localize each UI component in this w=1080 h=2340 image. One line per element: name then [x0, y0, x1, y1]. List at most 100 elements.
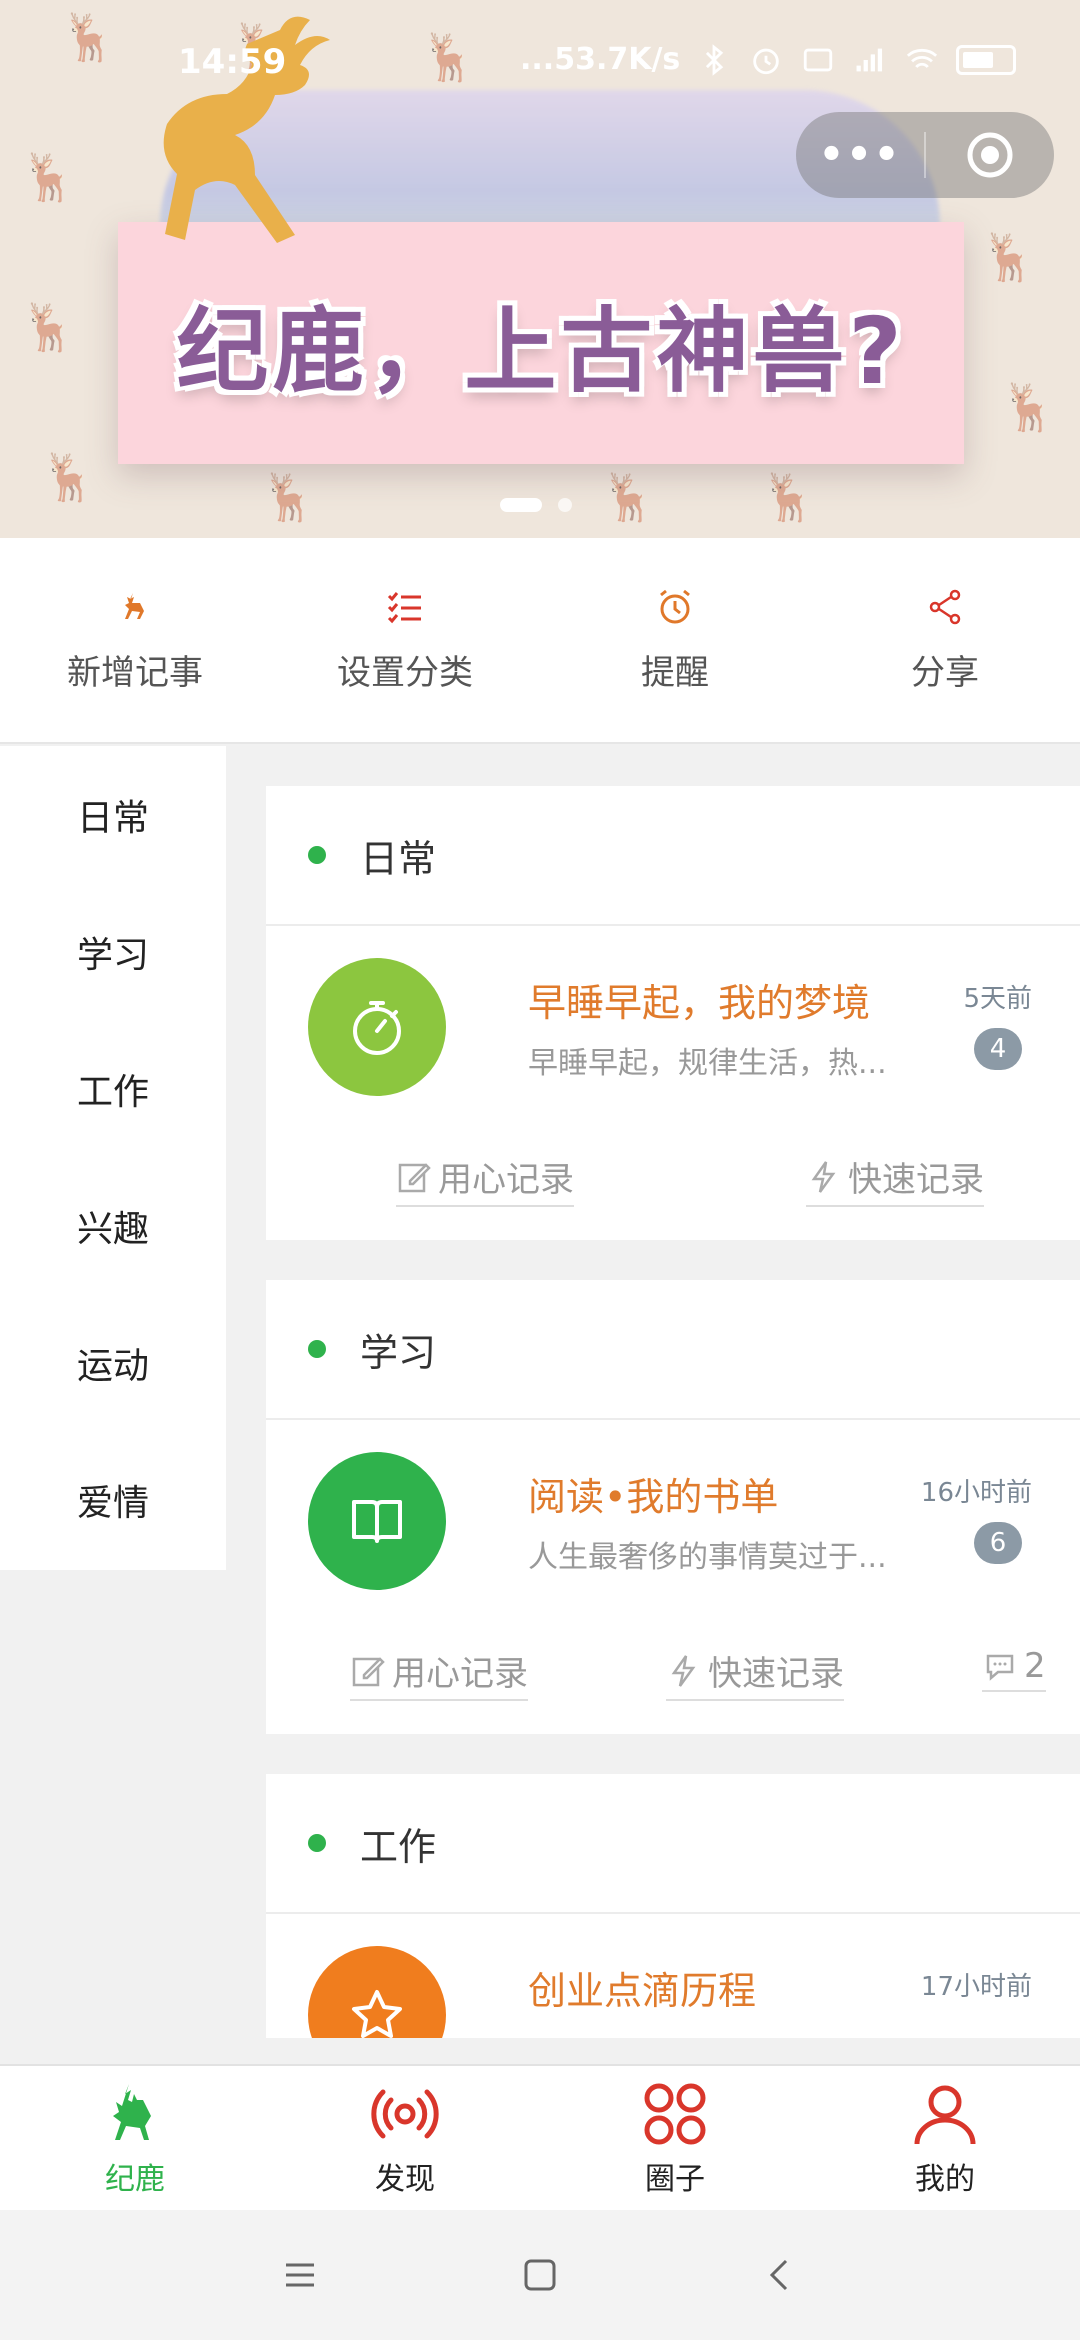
category-dot	[308, 846, 326, 864]
share-button[interactable]: 分享	[810, 538, 1080, 742]
category-dot	[308, 1340, 326, 1358]
alarm-status-icon	[753, 48, 780, 74]
close-target-icon[interactable]	[926, 130, 1054, 180]
lightning-icon	[671, 1654, 696, 1687]
carousel-indicator	[500, 498, 572, 512]
quick-record-button[interactable]: 快速记录	[806, 1152, 984, 1207]
quick-record-label: 快速记录	[848, 1160, 984, 1200]
careful-record-button[interactable]: 用心记录	[350, 1646, 528, 1701]
category-card-work: 工作 创业点滴历程 17小时前	[266, 1774, 1080, 2038]
broadcast-icon	[371, 2089, 439, 2139]
comments-count: 2	[1024, 1646, 1046, 1686]
tab-label: 纪鹿	[105, 2162, 165, 2197]
more-menu-icon[interactable]: •••	[796, 132, 924, 178]
alarm-icon	[660, 589, 690, 623]
action-label: 设置分类	[337, 652, 473, 693]
grid-icon	[644, 2083, 706, 2145]
quick-actions: 新增记事 设置分类 提醒 分享	[0, 538, 1080, 744]
deer-pattern-icon: 🦌	[20, 300, 78, 354]
category-dot	[308, 1834, 326, 1852]
banner-carousel[interactable]: 🦌 🦌 🦌 🦌 🦌 🦌 🦌 🦌 🦌 🦌 🦌 纪鹿，上古神兽? 14:59 ...…	[0, 0, 1080, 538]
book-icon	[308, 1452, 446, 1590]
note-title[interactable]: 创业点滴历程	[528, 1960, 756, 2015]
deer-icon	[113, 2084, 151, 2140]
wifi-icon	[907, 48, 938, 68]
note-item[interactable]: 创业点滴历程 17小时前	[266, 1914, 1080, 2038]
note-title[interactable]: 早睡早起，我的梦境	[528, 972, 870, 1027]
deer-pattern-icon: 🦌	[760, 470, 818, 524]
category-card-daily: 日常 早睡早起，我的梦境 早睡早起，规律生活，热... 5天前 4 用心记录 快…	[266, 786, 1080, 1240]
quick-record-button[interactable]: 快速记录	[666, 1646, 844, 1701]
action-label: 分享	[911, 652, 979, 693]
note-title[interactable]: 阅读•我的书单	[528, 1466, 778, 1521]
carousel-dot-active[interactable]	[500, 498, 542, 512]
note-item[interactable]: 早睡早起，我的梦境 早睡早起，规律生活，热... 5天前 4	[266, 926, 1080, 1134]
stopwatch-icon	[308, 958, 446, 1096]
note-time: 5天前	[963, 984, 1032, 1014]
mini-program-capsule: •••	[796, 112, 1054, 198]
set-category-button[interactable]: 设置分类	[270, 538, 540, 742]
tab-jilu[interactable]: 纪鹿	[0, 2066, 270, 2210]
card-header: 学习	[266, 1280, 1080, 1420]
tab-mine[interactable]: 我的	[810, 2066, 1080, 2210]
deer-pattern-icon: 🦌	[20, 150, 78, 204]
careful-record-button[interactable]: 用心记录	[396, 1152, 574, 1207]
signal-icon	[856, 48, 883, 71]
menu-icon[interactable]	[280, 2255, 320, 2295]
notes-list: 日常 早睡早起，我的梦境 早睡早起，规律生活，热... 5天前 4 用心记录 快…	[266, 746, 1080, 2038]
bottom-tab-bar: 纪鹿 发现 圈子 我的	[0, 2064, 1080, 2210]
comments-button[interactable]: 2	[982, 1646, 1046, 1692]
sidebar-item-sport[interactable]: 运动	[0, 1294, 226, 1431]
category-sidebar: 日常 学习 工作 兴趣 运动 爱情	[0, 746, 226, 1570]
tab-label: 我的	[915, 2162, 975, 2197]
tab-discover[interactable]: 发现	[270, 2066, 540, 2210]
category-title: 学习	[360, 1330, 437, 1375]
status-time: 14:59	[178, 42, 287, 82]
category-title: 日常	[360, 836, 437, 881]
star-icon	[308, 1946, 446, 2038]
careful-record-label: 用心记录	[438, 1160, 574, 1200]
tab-label: 圈子	[645, 2162, 705, 2197]
sidebar-item-study[interactable]: 学习	[0, 883, 226, 1020]
add-note-button[interactable]: 新增记事	[0, 538, 270, 742]
home-icon[interactable]	[520, 2255, 560, 2295]
app-screen: 🦌 🦌 🦌 🦌 🦌 🦌 🦌 🦌 🦌 🦌 🦌 纪鹿，上古神兽? 14:59 ...…	[0, 0, 1080, 2340]
deer-pattern-icon: 🦌	[40, 450, 98, 504]
status-bar: 14:59 ...53.7K/s	[0, 0, 1080, 120]
card-header: 日常	[266, 786, 1080, 926]
deer-icon	[125, 592, 144, 619]
network-speed: ...53.7K/s	[520, 42, 681, 77]
note-count-badge: 4	[974, 1028, 1022, 1070]
deer-pattern-icon: 🦌	[260, 470, 318, 524]
careful-record-label: 用心记录	[392, 1654, 528, 1694]
tab-circle[interactable]: 圈子	[540, 2066, 810, 2210]
card-footer: 用心记录 快速记录 2	[266, 1628, 1080, 1734]
note-time: 16小时前	[920, 1478, 1032, 1508]
card-header: 工作	[266, 1774, 1080, 1914]
category-title: 工作	[360, 1824, 437, 1869]
note-description: 早睡早起，规律生活，热...	[528, 1046, 887, 1081]
reminder-button[interactable]: 提醒	[540, 538, 810, 742]
deer-pattern-icon: 🦌	[980, 230, 1038, 284]
quick-record-label: 快速记录	[708, 1654, 844, 1694]
system-navigation-bar	[0, 2210, 1080, 2340]
sidebar-item-work[interactable]: 工作	[0, 1020, 226, 1157]
action-label: 新增记事	[67, 652, 203, 693]
card-footer: 用心记录 快速记录	[266, 1134, 1080, 1240]
carousel-dot[interactable]	[558, 498, 572, 512]
note-count-badge: 6	[974, 1522, 1022, 1564]
hd-icon	[804, 48, 833, 71]
back-icon[interactable]	[760, 2255, 800, 2295]
edit-icon	[398, 1162, 431, 1192]
sidebar-item-daily[interactable]: 日常	[0, 746, 226, 883]
lightning-icon	[811, 1160, 836, 1193]
category-card-study: 学习 阅读•我的书单 人生最奢侈的事情莫过于... 16小时前 6 用心记录 快…	[266, 1280, 1080, 1734]
action-label: 提醒	[641, 652, 709, 693]
note-description: 人生最奢侈的事情莫过于...	[528, 1540, 887, 1575]
note-item[interactable]: 阅读•我的书单 人生最奢侈的事情莫过于... 16小时前 6	[266, 1420, 1080, 1628]
edit-icon	[352, 1656, 385, 1686]
person-icon	[914, 2085, 976, 2145]
sidebar-item-interest[interactable]: 兴趣	[0, 1157, 226, 1294]
deer-pattern-icon: 🦌	[600, 470, 658, 524]
sidebar-item-love[interactable]: 爱情	[0, 1431, 226, 1568]
